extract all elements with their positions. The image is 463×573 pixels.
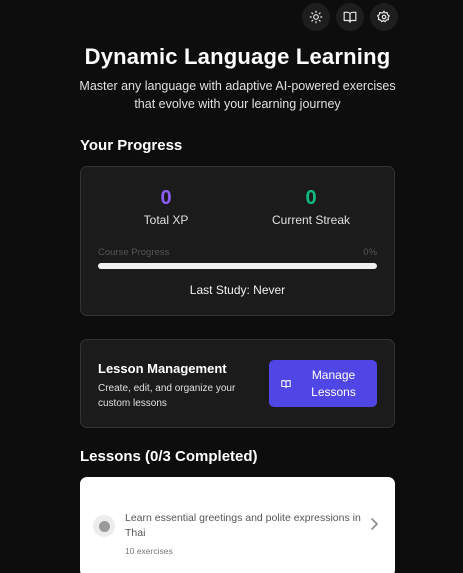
theme-toggle-button[interactable]: [302, 3, 330, 31]
lesson-card[interactable]: Learn essential greetings and polite exp…: [80, 477, 395, 573]
book-icon: [343, 11, 357, 23]
sun-icon: [309, 10, 323, 24]
last-study-text: Last Study: Never: [189, 283, 286, 297]
lesson-management-description: Create, edit, and organize your custom l…: [98, 383, 236, 409]
page-subtitle: Master any language with adaptive AI-pow…: [79, 79, 396, 111]
current-streak-value: 0: [305, 187, 317, 209]
settings-button[interactable]: [370, 3, 398, 31]
current-streak-stat: 0 Current Streak: [241, 187, 381, 227]
course-progress-bar: [98, 263, 377, 269]
lesson-description: Learn essential greetings and polite exp…: [125, 512, 361, 539]
top-toolbar: [302, 3, 398, 31]
book-icon: [281, 379, 291, 388]
lesson-management-card: Lesson Management Create, edit, and orga…: [80, 339, 395, 428]
lesson-management-title: Lesson Management: [98, 361, 227, 376]
course-progress-row: Course Progress 0%: [98, 247, 377, 258]
total-xp-stat: 0 Total XP: [96, 187, 236, 227]
manage-lessons-button[interactable]: Manage Lessons: [269, 360, 377, 407]
total-xp-label: Total XP: [143, 213, 189, 227]
current-streak-label: Current Streak: [271, 213, 351, 227]
page-title: Dynamic Language Learning: [84, 44, 391, 69]
lesson-status-icon: [93, 515, 115, 537]
total-xp-value: 0: [160, 187, 172, 209]
progress-card: 0 Total XP 0 Current Streak Course Progr…: [80, 166, 395, 316]
manage-lessons-label: Manage Lessons: [311, 367, 356, 399]
book-button[interactable]: [336, 3, 364, 31]
gear-icon: [377, 10, 390, 23]
chevron-right-icon: [371, 518, 378, 530]
lesson-exercise-count: 10 exercises: [125, 546, 173, 556]
course-progress-label: Course Progress: [98, 247, 170, 258]
progress-section-title: Your Progress: [80, 137, 183, 154]
course-progress-percent: 0%: [363, 247, 377, 258]
lessons-section-title: Lessons (0/3 Completed): [80, 448, 258, 465]
